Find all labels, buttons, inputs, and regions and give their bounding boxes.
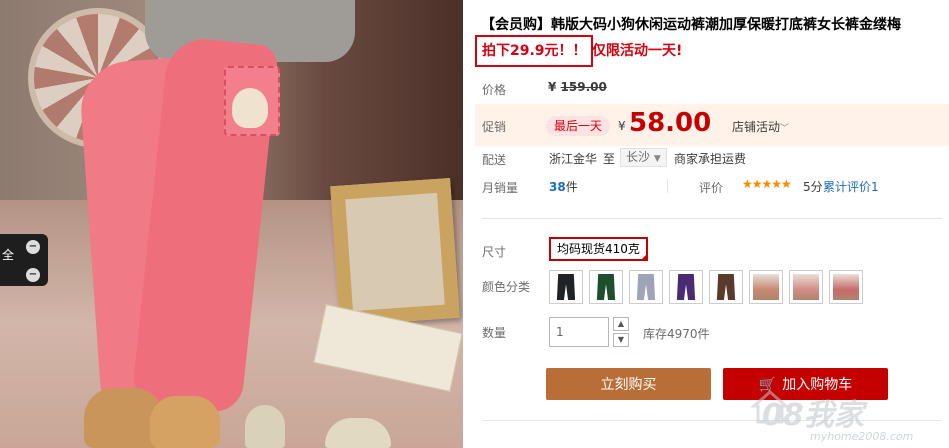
photo-boot-right	[150, 396, 220, 448]
swatch-image	[833, 274, 859, 300]
photo-toy	[245, 405, 285, 448]
review-label: 评价	[699, 181, 724, 195]
color-swatch-purple[interactable]	[669, 270, 703, 304]
swatch-image	[793, 274, 819, 300]
swatch-image	[556, 274, 576, 300]
color-swatch-photo1[interactable]	[749, 270, 783, 304]
swatch-image	[596, 274, 616, 300]
price-label: 价格	[482, 83, 507, 97]
color-swatch-brown[interactable]	[709, 270, 743, 304]
shipping-fee: 商家承担运费	[674, 152, 747, 166]
shipping-label: 配送	[482, 153, 507, 167]
size-label: 尺寸	[482, 245, 507, 259]
color-swatch-black[interactable]	[549, 270, 583, 304]
color-swatch-photo2[interactable]	[789, 270, 823, 304]
selected-corner-icon	[639, 253, 648, 261]
store-activity-dropdown[interactable]: 店铺活动﹀	[732, 118, 789, 135]
quantity-decrease-icon[interactable]: ▼	[613, 333, 629, 347]
chevron-down-icon: ﹀	[780, 124, 790, 134]
promo-price: 58.00	[629, 108, 712, 138]
swatch-image	[716, 274, 736, 300]
color-label: 颜色分类	[482, 280, 531, 294]
promo-label: 促销	[482, 120, 507, 134]
product-info: 【会员购】韩版大码小狗休闲运动裤潮加厚保暖打底裤女长裤金缕梅 拍下29.9元！！…	[475, 0, 949, 448]
rating-score: 5分	[803, 180, 823, 194]
minus-icon[interactable]: −	[26, 240, 40, 254]
stock-count: 库存4970件	[643, 327, 710, 341]
swatch-image	[676, 274, 696, 300]
quantity-increase-icon[interactable]: ▲	[613, 317, 629, 331]
size-option-selected[interactable]: 均码现货410克	[549, 237, 648, 261]
product-photo	[0, 0, 463, 448]
dog-patch-icon	[232, 88, 268, 128]
watermark-logo: 08我家	[762, 398, 864, 433]
side-tab-label: 全	[2, 248, 15, 262]
color-swatch-green[interactable]	[589, 270, 623, 304]
divider-line	[482, 218, 942, 219]
ship-from: 浙江金华	[549, 152, 598, 166]
quantity-input[interactable]	[549, 317, 609, 347]
color-swatch-gray[interactable]	[629, 270, 663, 304]
side-tab[interactable]: 全 − −	[0, 234, 48, 286]
sales-label: 月销量	[482, 181, 519, 195]
original-price: ¥ 159.00	[548, 80, 607, 94]
color-swatch-photo3[interactable]	[829, 270, 863, 304]
divider	[667, 179, 668, 193]
promo-note: 仅限活动一天!	[592, 43, 683, 59]
caret-down-icon: ▼	[653, 154, 661, 164]
promo-price-text: 拍下29.9元！！	[482, 43, 587, 59]
watermark-url: myhome2008.com	[810, 430, 914, 443]
promo-badge: 最后一天	[546, 116, 611, 136]
ship-to-word: 至	[603, 152, 616, 166]
minus-icon-2[interactable]: −	[26, 268, 40, 282]
swatch-image	[753, 274, 779, 300]
photo-frame	[330, 177, 460, 327]
watermark: 08我家 myhome2008.com	[750, 384, 949, 448]
cumulative-reviews-link[interactable]: 累计评价1	[823, 178, 879, 195]
sales-count: 38件	[549, 180, 578, 194]
quantity-label: 数量	[482, 326, 507, 340]
currency-symbol: ¥	[618, 119, 626, 133]
rating-stars-icon: ★★★★★	[742, 177, 792, 191]
product-title: 【会员购】韩版大码小狗休闲运动裤潮加厚保暖打底裤女长裤金缕梅	[481, 17, 901, 33]
buy-now-button[interactable]: 立刻购买	[546, 368, 711, 400]
city-select[interactable]: 长沙 ▼	[620, 148, 667, 167]
swatch-image	[636, 274, 656, 300]
